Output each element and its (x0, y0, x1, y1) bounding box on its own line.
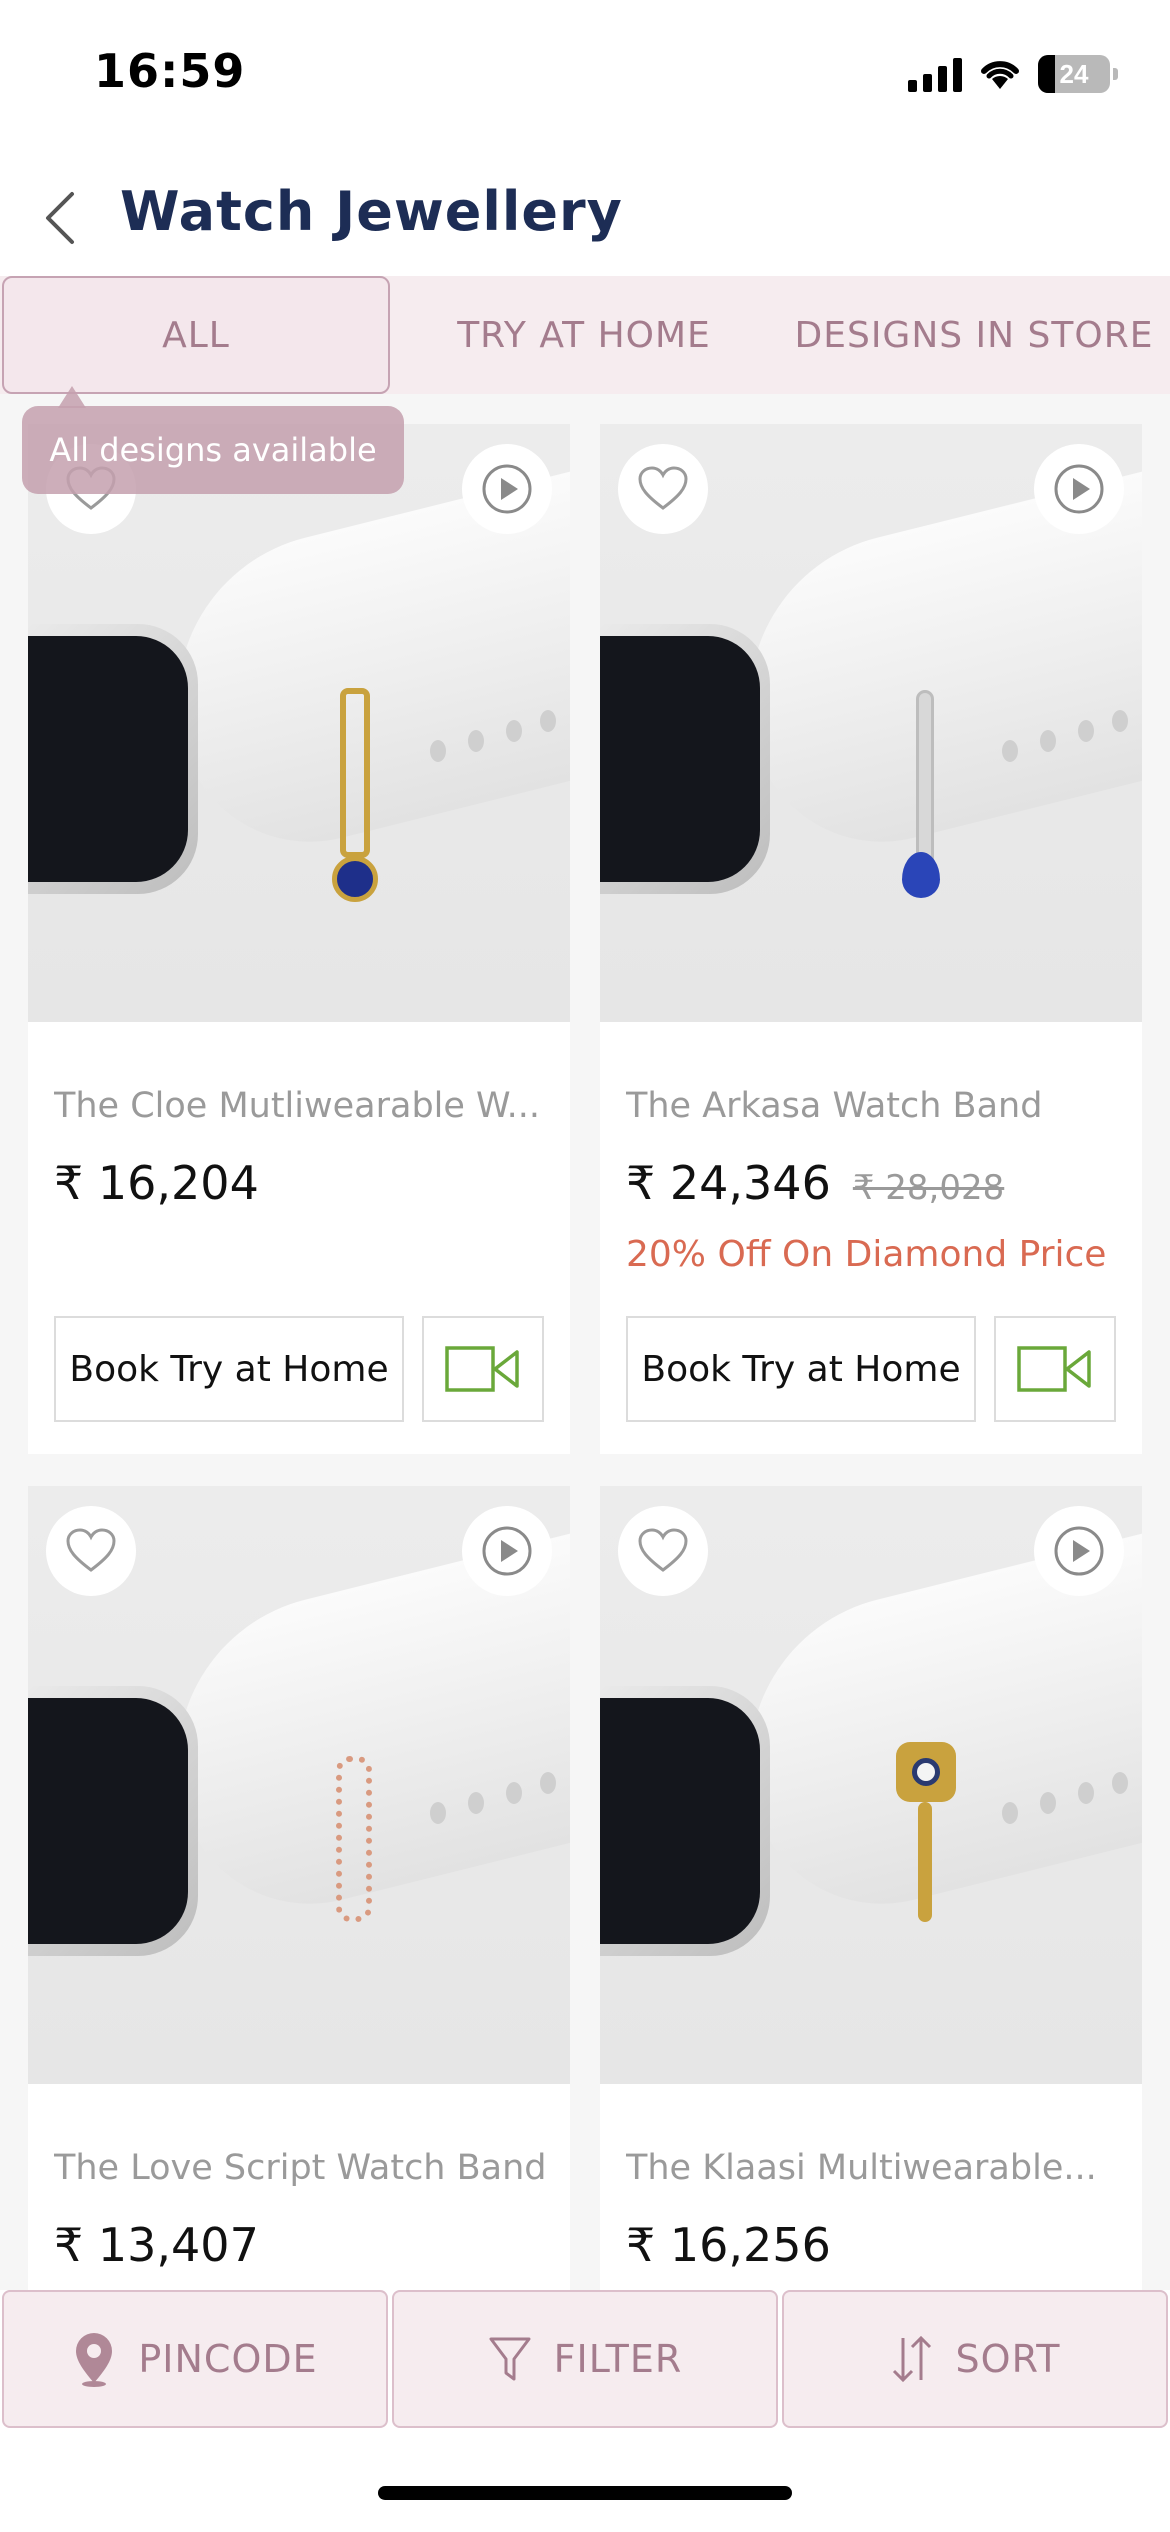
product-image[interactable] (28, 1486, 570, 2084)
heart-icon (638, 466, 688, 510)
video-call-button[interactable] (422, 1316, 544, 1422)
battery-level: 24 (1059, 58, 1089, 89)
play-video-button[interactable] (462, 1506, 552, 1596)
sort-icon (892, 2335, 931, 2383)
product-image[interactable] (28, 424, 570, 1022)
status-time: 16:59 (94, 44, 246, 98)
charm-image (340, 688, 370, 858)
heart-icon (638, 1528, 688, 1572)
wifi-icon (981, 61, 1019, 89)
product-price: ₹ 16,256 (626, 2218, 831, 2272)
pincode-label: PINCODE (138, 2337, 318, 2381)
cellular-signal-icon (908, 56, 962, 92)
product-price: ₹ 13,407 (54, 2218, 259, 2272)
filter-icon (489, 2337, 531, 2381)
play-icon (482, 464, 532, 514)
product-name[interactable]: The Cloe Mutliwearable W... (54, 1086, 554, 1126)
battery-icon: 24 (1038, 55, 1118, 93)
tab-bar: ALL TRY AT HOME DESIGNS IN STORE (0, 276, 1170, 394)
play-icon (482, 1526, 532, 1576)
price-value: ₹ 24,346 (626, 1156, 831, 1210)
sapphire-drop-charm (902, 852, 940, 898)
status-icons: 24 (908, 52, 1118, 96)
price-value: ₹ 16,256 (626, 2218, 831, 2272)
price-value: ₹ 13,407 (54, 2218, 259, 2272)
product-card[interactable]: The Cloe Mutliwearable W... ₹ 16,204 Boo… (28, 424, 570, 1454)
discount-label: 20% Off On Diamond Price (626, 1234, 1107, 1275)
product-price: ₹ 16,204 (54, 1156, 259, 1210)
charm-image (918, 1802, 932, 1922)
product-card[interactable]: The Arkasa Watch Band ₹ 24,346 ₹ 28,028 2… (600, 424, 1142, 1454)
home-indicator[interactable] (378, 2486, 792, 2500)
location-pin-icon (76, 2333, 113, 2387)
wishlist-button[interactable] (46, 1506, 136, 1596)
tab-try-at-home[interactable]: TRY AT HOME (390, 276, 778, 394)
back-icon[interactable] (36, 188, 86, 248)
charm-image (336, 1756, 372, 1922)
product-name[interactable]: The Arkasa Watch Band (626, 1086, 1126, 1126)
tab-tooltip: All designs available (22, 406, 404, 494)
video-camera-icon (445, 1346, 519, 1392)
play-video-button[interactable] (1034, 1506, 1124, 1596)
page-title: Watch Jewellery (120, 180, 623, 243)
tab-designs-in-store[interactable]: DESIGNS IN STORE (778, 276, 1170, 394)
evil-eye-charm (332, 856, 378, 902)
charm-image (916, 690, 934, 866)
wishlist-button[interactable] (618, 444, 708, 534)
video-camera-icon (1017, 1346, 1091, 1392)
filter-button[interactable]: FILTER (392, 2290, 778, 2428)
price-value: ₹ 16,204 (54, 1156, 259, 1210)
tooltip-arrow (58, 386, 86, 408)
page-header: Watch Jewellery (0, 150, 1170, 276)
product-image[interactable] (600, 1486, 1142, 2084)
book-try-at-home-button[interactable]: Book Try at Home (54, 1316, 404, 1422)
play-icon (1054, 464, 1104, 514)
pincode-button[interactable]: PINCODE (2, 2290, 388, 2428)
heart-icon (66, 1528, 116, 1572)
product-card[interactable]: The Klaasi Multiwearable... ₹ 16,256 (600, 1486, 1142, 2296)
bottom-action-bar: PINCODE FILTER SORT (0, 2290, 1170, 2430)
status-bar: 16:59 24 (0, 0, 1170, 150)
filter-label: FILTER (553, 2337, 683, 2381)
book-try-at-home-button[interactable]: Book Try at Home (626, 1316, 976, 1422)
original-price: ₹ 28,028 (852, 1168, 1005, 1208)
wishlist-button[interactable] (618, 1506, 708, 1596)
product-price: ₹ 24,346 ₹ 28,028 (626, 1156, 1004, 1210)
product-card[interactable]: The Love Script Watch Band ₹ 13,407 (28, 1486, 570, 2296)
product-image[interactable] (600, 424, 1142, 1022)
product-name[interactable]: The Klaasi Multiwearable... (626, 2148, 1126, 2188)
tab-all[interactable]: ALL (2, 276, 390, 394)
video-call-button[interactable] (994, 1316, 1116, 1422)
play-icon (1054, 1526, 1104, 1576)
key-charm-eye (912, 1758, 940, 1786)
play-video-button[interactable] (1034, 444, 1124, 534)
sort-label: SORT (955, 2337, 1061, 2381)
product-name[interactable]: The Love Script Watch Band (54, 2148, 554, 2188)
sort-button[interactable]: SORT (782, 2290, 1168, 2428)
play-video-button[interactable] (462, 444, 552, 534)
